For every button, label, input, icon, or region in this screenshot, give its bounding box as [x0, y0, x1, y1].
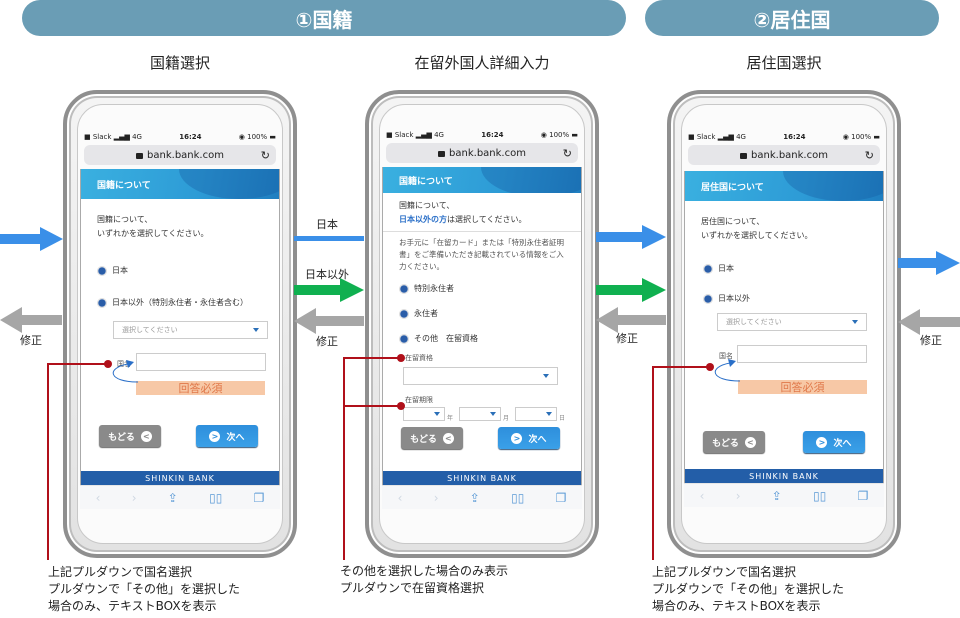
annotation-dot-3	[706, 363, 714, 371]
annotation-line-2a	[343, 357, 401, 359]
japan-label: 日本	[316, 218, 338, 231]
annotation-line-3	[652, 367, 654, 560]
annotation-line-1h	[47, 363, 109, 365]
fix-label-2: 修正	[316, 335, 338, 348]
note-line: その他を選択した場合のみ表示	[340, 564, 509, 578]
non-japan-label: 日本以外	[305, 268, 349, 281]
arrow-to-residence-green	[596, 278, 666, 302]
note-line: プルダウンで在留資格選択	[340, 581, 485, 595]
annotation-line-2b	[343, 405, 401, 407]
arrow-japan-blue	[294, 236, 364, 241]
arrow-fix-gray-2	[294, 308, 364, 334]
annotation-line-2	[343, 358, 345, 560]
arrow-out-blue	[898, 251, 960, 275]
annotation-dot-1	[104, 360, 112, 368]
arrow-fix-gray-1	[0, 307, 62, 333]
note-left: 上記プルダウンで国名選択 プルダウンで「その他」を選択した 場合のみ、テキストB…	[48, 564, 240, 615]
annotation-line-3h	[652, 366, 710, 368]
annotation-dot-2b	[397, 402, 405, 410]
arrow-in-blue	[0, 227, 63, 251]
fix-label-1: 修正	[20, 334, 42, 347]
note-middle: その他を選択した場合のみ表示 プルダウンで在留資格選択	[340, 563, 508, 597]
fix-label-4: 修正	[920, 334, 942, 347]
note-line: 場合のみ、テキストBOXを表示	[48, 599, 217, 613]
note-line: プルダウンで「その他」を選択した	[652, 582, 845, 596]
flow-arrows	[0, 225, 960, 335]
arrow-to-residence-blue	[596, 225, 666, 249]
note-line: 上記プルダウンで国名選択	[48, 565, 193, 579]
note-line: プルダウンで「その他」を選択した	[48, 582, 241, 596]
annotation-line-1	[47, 364, 49, 560]
fix-label-3: 修正	[616, 332, 638, 345]
annotation-dot-2a	[397, 354, 405, 362]
note-right: 上記プルダウンで国名選択 プルダウンで「その他」を選択した 場合のみ、テキストB…	[652, 564, 844, 615]
note-line: 上記プルダウンで国名選択	[652, 565, 797, 579]
note-line: 場合のみ、テキストBOXを表示	[652, 599, 821, 613]
